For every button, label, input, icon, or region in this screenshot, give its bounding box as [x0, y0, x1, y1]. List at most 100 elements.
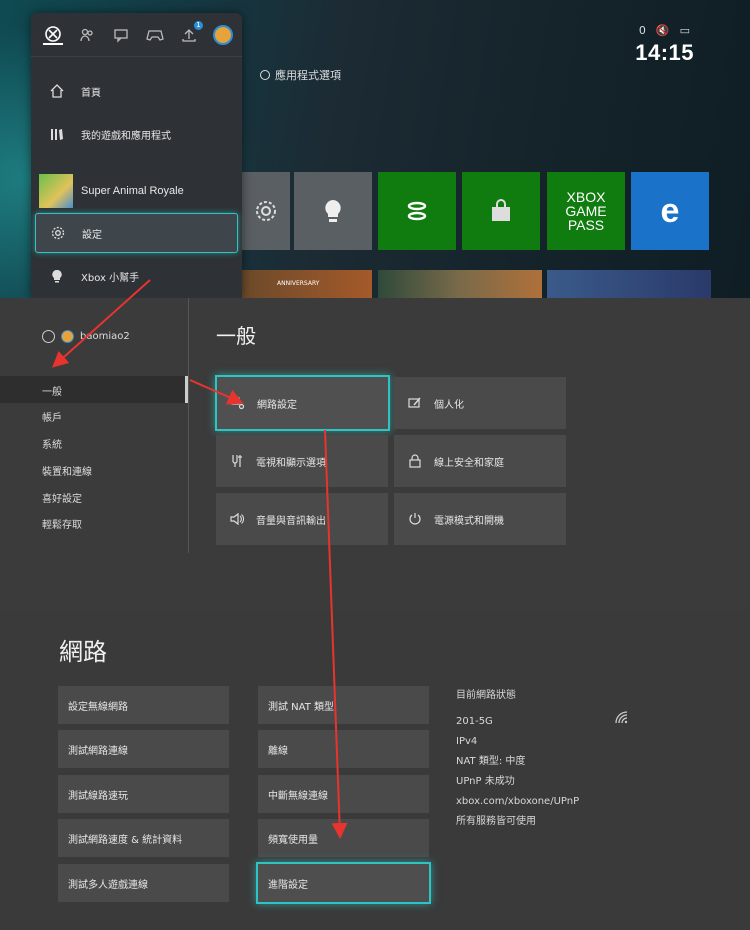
screenshot-frame: 0 🔇 ▭ 14:15 應用程式選項 XBOX GAME PASS e ANNI… [0, 0, 750, 930]
battery-icon: ▭ [679, 24, 690, 37]
game-pass-text-line-3: PASS [567, 217, 605, 233]
app-options-label: 應用程式選項 [275, 69, 341, 82]
nat-type-value: NAT 類型: 中度 [456, 756, 526, 767]
gear-icon [42, 330, 55, 343]
guide-item-settings[interactable]: 設定 [35, 213, 238, 253]
status-heading: 目前網路狀態 [456, 690, 516, 701]
xbox-accessories-tile[interactable] [378, 172, 456, 250]
category-devices[interactable]: 裝置和連線 [42, 463, 92, 478]
game-banner-tile[interactable]: ANNIVERSARY [242, 270, 372, 298]
power-startup-card[interactable]: 電源模式和開機 [394, 493, 566, 545]
test-nat-type-button[interactable]: 測試 NAT 類型 [258, 686, 429, 724]
setup-wireless-button[interactable]: 設定無線網路 [58, 686, 229, 724]
xbox-home-screen: 0 🔇 ▭ 14:15 應用程式選項 XBOX GAME PASS e ANNI… [0, 0, 750, 298]
upload-badge: 1 [194, 20, 203, 30]
guide-item-label: 首頁 [81, 87, 101, 99]
game-thumbnail [39, 174, 73, 208]
network-settings-icon [231, 396, 245, 410]
user-row: baomiao2 [42, 330, 130, 343]
category-system[interactable]: 系統 [42, 436, 62, 451]
game-pass-text-line-2: GAME [565, 203, 607, 219]
gear-icon [256, 201, 276, 221]
guide-item-label: Super Animal Royale [81, 185, 184, 197]
lightbulb-icon [49, 268, 65, 284]
edge-icon: e [660, 191, 680, 230]
guide-item-super-animal-royale[interactable]: Super Animal Royale [35, 171, 238, 211]
test-network-play-button[interactable]: 測試線路速玩 [58, 775, 229, 813]
volume-audio-card[interactable]: 音量與音訊輸出 [216, 493, 388, 545]
guide-item-xbox-assist[interactable]: Xbox 小幫手 [35, 256, 238, 296]
network-settings-card[interactable]: 網路設定 [215, 375, 390, 431]
category-preferences[interactable]: 喜好設定 [42, 490, 82, 505]
gear-icon [50, 225, 66, 241]
menu-button-icon [260, 70, 270, 80]
xbox-guide-panel: 1 首頁 我的遊戲和應用程式 Super Animal Royale 設定 Xb… [31, 13, 242, 298]
page-title: 一般 [216, 324, 256, 348]
username: baomiao2 [80, 331, 130, 342]
online-safety-card[interactable]: 線上安全和家庭 [394, 435, 566, 487]
app-options-hint[interactable]: 應用程式選項 [260, 67, 341, 83]
lock-icon [408, 454, 422, 468]
advanced-settings-button[interactable]: 進階設定 [256, 862, 431, 904]
settings-general-screen: baomiao2 一般 帳戶 系統 裝置和連線 喜好設定 輕鬆存取 一般 網路設… [0, 298, 750, 610]
tips-tile[interactable] [294, 172, 372, 250]
tv-display-card[interactable]: 電視和顯示選項 [216, 435, 388, 487]
settings-tile[interactable] [242, 172, 290, 250]
notification-count-badge: 0 [638, 24, 646, 37]
upnp-status-value: UPnP 未成功 [456, 776, 515, 787]
services-status-value: 所有服務皆可使用 [456, 816, 536, 827]
category-accessibility[interactable]: 輕鬆存取 [42, 516, 82, 531]
category-account[interactable]: 帳戶 [42, 409, 62, 424]
game-banner-tile-2[interactable] [378, 270, 542, 298]
store-tile[interactable] [462, 172, 540, 250]
test-connection-button[interactable]: 測試網路連線 [58, 730, 229, 768]
guide-item-home[interactable]: 首頁 [35, 71, 238, 111]
category-selected-highlight [0, 376, 188, 403]
lightbulb-icon [325, 200, 341, 222]
disconnect-wireless-button[interactable]: 中斷無線連線 [258, 775, 429, 813]
ssid-value: 201-5G [456, 716, 493, 727]
power-icon [408, 512, 422, 526]
ip-version-value: IPv4 [456, 736, 478, 747]
game-pass-tile[interactable]: XBOX GAME PASS [547, 172, 625, 250]
people-icon[interactable] [77, 25, 97, 45]
bandwidth-usage-button[interactable]: 頻寬使用量 [258, 819, 429, 857]
avatar [61, 330, 74, 343]
store-bag-icon [492, 199, 510, 221]
avatar[interactable] [213, 24, 233, 45]
network-settings-screen: 網路 設定無線網路 測試網路連線 測試線路速玩 測試網路速度 & 統計資料 測試… [0, 610, 750, 930]
guide-item-label: Xbox 小幫手 [81, 272, 140, 284]
edge-browser-tile[interactable]: e [631, 172, 709, 250]
upload-icon[interactable]: 1 [179, 20, 203, 45]
test-speed-stats-button[interactable]: 測試網路速度 & 統計資料 [58, 819, 229, 857]
personalize-card[interactable]: 個人化 [394, 377, 566, 429]
controller-icon[interactable] [145, 25, 165, 45]
go-offline-button[interactable]: 離線 [258, 730, 429, 768]
card-label: 個人化 [434, 399, 464, 411]
wifi-signal-icon [615, 711, 628, 724]
card-label: 線上安全和家庭 [434, 457, 504, 469]
chat-icon[interactable] [111, 25, 131, 45]
card-label: 電源模式和開機 [434, 515, 504, 527]
guide-item-my-games[interactable]: 我的遊戲和應用程式 [35, 114, 238, 154]
guide-item-label: 設定 [82, 229, 102, 241]
banner-text: ANNIVERSARY [277, 280, 320, 287]
upnp-help-link: xbox.com/xboxone/UPnP [456, 796, 580, 807]
volume-icon [230, 512, 244, 526]
network-status-panel: 目前網路狀態 201-5G IPv4 NAT 類型: 中度 UPnP 未成功 x… [456, 686, 579, 832]
home-icon [49, 83, 65, 99]
page-title: 網路 [59, 638, 107, 666]
accessories-icon [407, 201, 427, 221]
game-pass-text-line-1: XBOX [566, 189, 606, 205]
personalize-icon [408, 396, 422, 410]
xbox-icon[interactable] [43, 25, 63, 45]
guide-item-label: 我的遊戲和應用程式 [81, 130, 171, 142]
card-label: 網路設定 [257, 399, 297, 411]
test-multiplayer-button[interactable]: 測試多人遊戲連線 [58, 864, 229, 902]
library-icon [49, 126, 65, 142]
card-label: 電視和顯示選項 [256, 457, 326, 469]
status-icons: 0 🔇 ▭ [639, 24, 690, 37]
category-general[interactable]: 一般 [42, 383, 62, 398]
clock: 14:15 [635, 40, 694, 65]
game-banner-tile-3[interactable] [547, 270, 711, 298]
